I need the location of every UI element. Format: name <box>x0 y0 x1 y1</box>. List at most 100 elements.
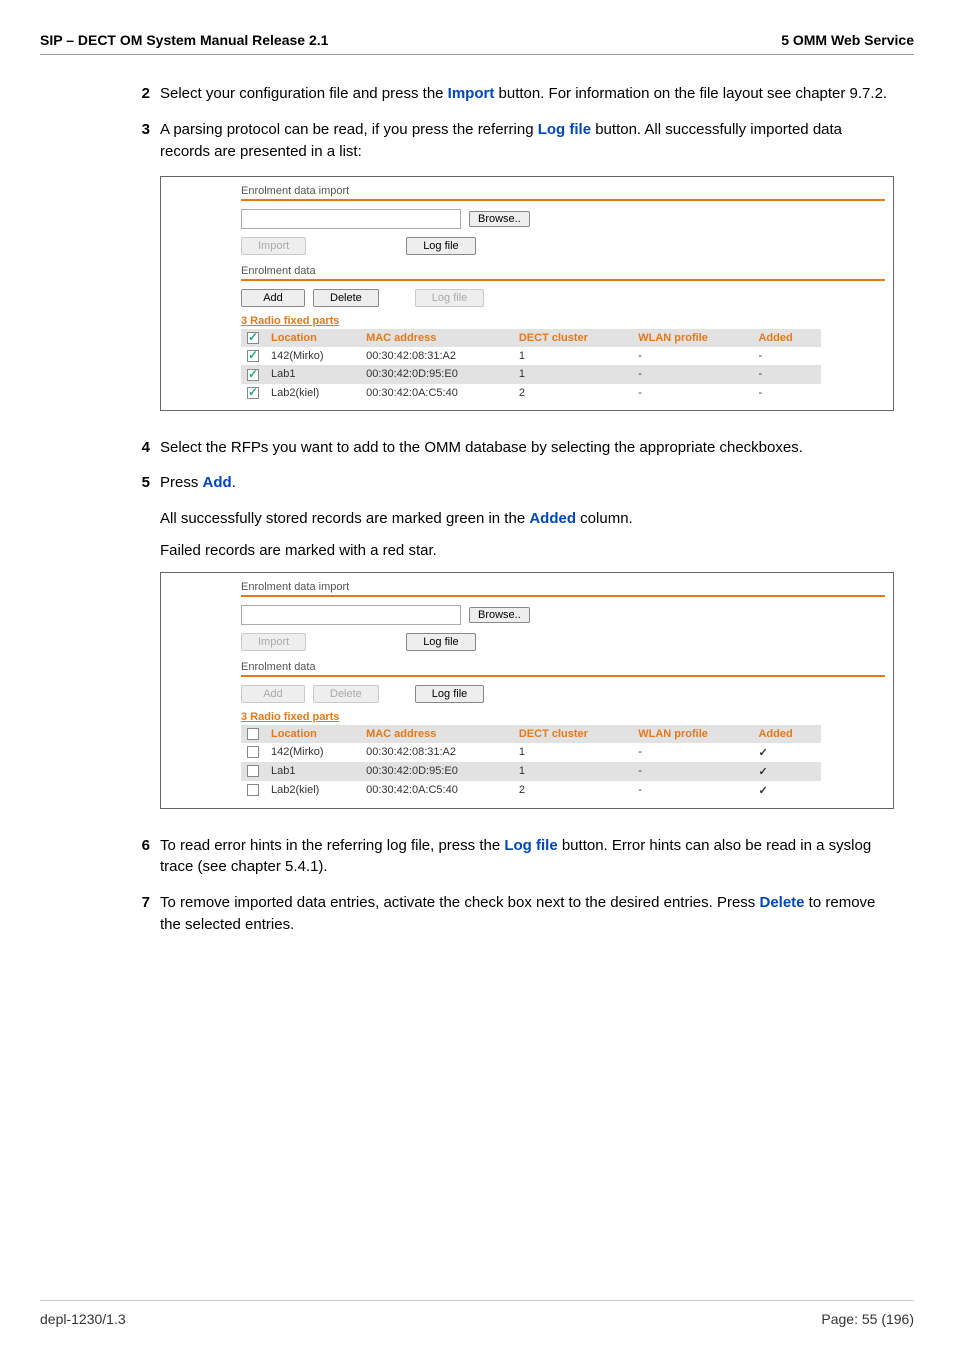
cell-added: - <box>752 365 820 383</box>
logfile-button-2[interactable]: Log file <box>415 685 484 703</box>
cell-added: ✓ <box>752 743 820 762</box>
page-header: SIP – DECT OM System Manual Release 2.1 … <box>40 32 914 55</box>
cell-mac: 00:30:42:08:31:A2 <box>360 743 513 762</box>
added-keyword: Added <box>529 510 576 527</box>
logfile-keyword-2: Log file <box>504 837 557 854</box>
file-path-input[interactable] <box>241 209 461 229</box>
step-3-number: 3 <box>130 119 160 163</box>
row-checkbox[interactable] <box>247 784 259 796</box>
cell-location: Lab2(kiel) <box>265 384 360 402</box>
step-6-number: 6 <box>130 835 160 879</box>
step-2: 2 Select your configuration file and pre… <box>130 83 894 105</box>
cell-wlan: - <box>632 365 752 383</box>
step-3-text-a: A parsing protocol can be read, if you p… <box>160 121 538 138</box>
cell-wlan: - <box>632 762 752 781</box>
cell-wlan: - <box>632 781 752 800</box>
cell-wlan: - <box>632 743 752 762</box>
browse-button[interactable]: Browse.. <box>469 211 530 227</box>
import-button[interactable]: Import <box>241 633 306 651</box>
step-5-text-a: Press <box>160 474 203 491</box>
step-5-text-b: . <box>232 474 236 491</box>
table-row: 142(Mirko) 00:30:42:08:31:A2 1 - ✓ <box>241 743 821 762</box>
add-button[interactable]: Add <box>241 289 305 307</box>
enrolment-table-1: Location MAC address DECT cluster WLAN p… <box>241 329 821 401</box>
cell-added: - <box>752 384 820 402</box>
enrolment-table-2: Location MAC address DECT cluster WLAN p… <box>241 725 821 800</box>
step-5: 5 Press Add. <box>130 472 894 494</box>
shot1-section-import: Enrolment data import <box>241 185 885 201</box>
logfile-button[interactable]: Log file <box>406 237 475 255</box>
col-mac: MAC address <box>360 725 513 743</box>
cell-mac: 00:30:42:08:31:A2 <box>360 347 513 365</box>
table-row: 142(Mirko) 00:30:42:08:31:A2 1 - - <box>241 347 821 365</box>
table-row: Lab2(kiel) 00:30:42:0A:C5:40 2 - ✓ <box>241 781 821 800</box>
step-5-line2: All successfully stored records are mark… <box>160 508 894 530</box>
col-added: Added <box>752 329 820 347</box>
cell-added: - <box>752 347 820 365</box>
cell-dect: 1 <box>513 762 632 781</box>
step-4-number: 4 <box>130 437 160 459</box>
row-checkbox[interactable] <box>247 350 259 362</box>
step-5-number: 5 <box>130 472 160 494</box>
table-row: Lab1 00:30:42:0D:95:E0 1 - ✓ <box>241 762 821 781</box>
col-location: Location <box>265 725 360 743</box>
col-wlan: WLAN profile <box>632 329 752 347</box>
table-row: Lab1 00:30:42:0D:95:E0 1 - - <box>241 365 821 383</box>
cell-location: 142(Mirko) <box>265 347 360 365</box>
cell-mac: 00:30:42:0D:95:E0 <box>360 365 513 383</box>
logfile-button-2[interactable]: Log file <box>415 289 484 307</box>
col-dect: DECT cluster <box>513 329 632 347</box>
header-checkbox[interactable] <box>247 332 259 344</box>
step-3-body: A parsing protocol can be read, if you p… <box>160 119 894 163</box>
add-button[interactable]: Add <box>241 685 305 703</box>
import-keyword: Import <box>448 85 495 102</box>
cell-wlan: - <box>632 384 752 402</box>
import-button[interactable]: Import <box>241 237 306 255</box>
col-location: Location <box>265 329 360 347</box>
table-row: Lab2(kiel) 00:30:42:0A:C5:40 2 - - <box>241 384 821 402</box>
step-6-text-a: To read error hints in the referring log… <box>160 837 504 854</box>
content-area: 2 Select your configuration file and pre… <box>40 83 914 936</box>
header-checkbox[interactable] <box>247 728 259 740</box>
cell-mac: 00:30:42:0D:95:E0 <box>360 762 513 781</box>
cell-wlan: - <box>632 347 752 365</box>
row-checkbox[interactable] <box>247 369 259 381</box>
step-2-number: 2 <box>130 83 160 105</box>
step-5-line3: Failed records are marked with a red sta… <box>160 540 894 562</box>
delete-button[interactable]: Delete <box>313 289 379 307</box>
step-2-text-a: Select your configuration file and press… <box>160 85 448 102</box>
step-2-text-b: button. For information on the file layo… <box>494 85 887 102</box>
screenshot-enrolment-import-1: Enrolment data import Browse.. Import Lo… <box>160 176 894 410</box>
step-4: 4 Select the RFPs you want to add to the… <box>130 437 894 459</box>
cell-dect: 1 <box>513 365 632 383</box>
row-checkbox[interactable] <box>247 387 259 399</box>
header-left: SIP – DECT OM System Manual Release 2.1 <box>40 32 328 48</box>
file-path-input[interactable] <box>241 605 461 625</box>
logfile-button[interactable]: Log file <box>406 633 475 651</box>
shot1-count: 3 Radio fixed parts <box>241 315 885 327</box>
cell-mac: 00:30:42:0A:C5:40 <box>360 781 513 800</box>
logfile-keyword: Log file <box>538 121 591 138</box>
shot2-section-import: Enrolment data import <box>241 581 885 597</box>
add-keyword: Add <box>203 474 232 491</box>
shot2-count: 3 Radio fixed parts <box>241 711 885 723</box>
delete-button[interactable]: Delete <box>313 685 379 703</box>
cell-added: ✓ <box>752 762 820 781</box>
col-dect: DECT cluster <box>513 725 632 743</box>
step-4-body: Select the RFPs you want to add to the O… <box>160 437 894 459</box>
cell-dect: 2 <box>513 384 632 402</box>
shot2-section-data: Enrolment data <box>241 661 885 677</box>
browse-button[interactable]: Browse.. <box>469 607 530 623</box>
step-3: 3 A parsing protocol can be read, if you… <box>130 119 894 163</box>
cell-dect: 1 <box>513 347 632 365</box>
row-checkbox[interactable] <box>247 765 259 777</box>
row-checkbox[interactable] <box>247 746 259 758</box>
page-footer: depl-1230/1.3 Page: 55 (196) <box>40 1300 914 1327</box>
step-5-line2-b: column. <box>576 510 633 527</box>
cell-dect: 2 <box>513 781 632 800</box>
delete-keyword: Delete <box>759 894 804 911</box>
step-2-body: Select your configuration file and press… <box>160 83 894 105</box>
cell-location: Lab1 <box>265 762 360 781</box>
step-7-body: To remove imported data entries, activat… <box>160 892 894 936</box>
footer-right: Page: 55 (196) <box>821 1311 914 1327</box>
